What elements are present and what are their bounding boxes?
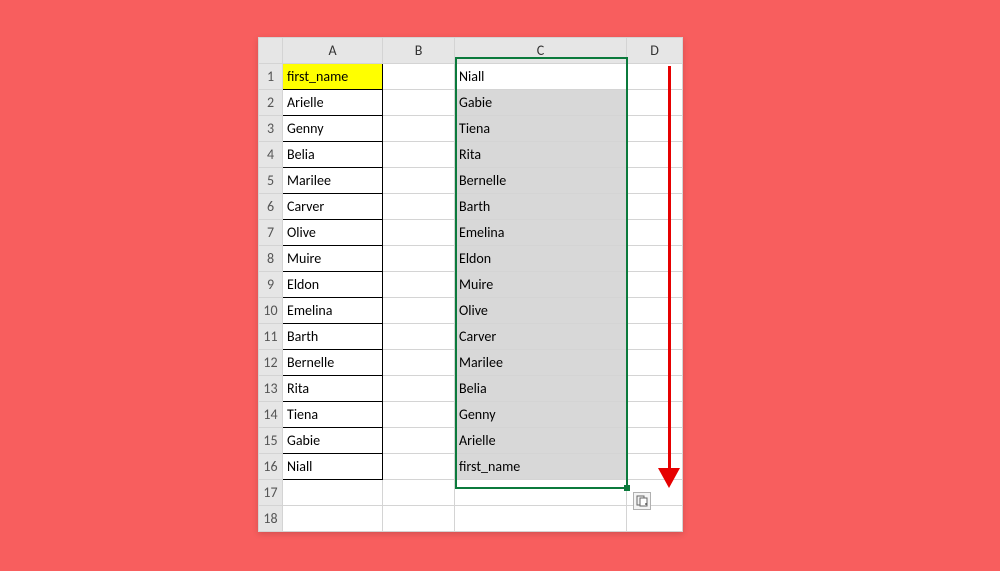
cell-D13[interactable] bbox=[627, 376, 683, 402]
cell-B9[interactable] bbox=[383, 272, 455, 298]
cell-C17[interactable] bbox=[455, 480, 627, 506]
cell-C18[interactable] bbox=[455, 506, 627, 532]
cell-B18[interactable] bbox=[383, 506, 455, 532]
col-header-C[interactable]: C bbox=[455, 38, 627, 64]
cell-C1[interactable]: Niall bbox=[455, 64, 627, 90]
col-header-A[interactable]: A bbox=[283, 38, 383, 64]
cell-A9[interactable]: Eldon bbox=[283, 272, 383, 298]
cell-C13[interactable]: Belia bbox=[455, 376, 627, 402]
cell-C7[interactable]: Emelina bbox=[455, 220, 627, 246]
cell-C12[interactable]: Marilee bbox=[455, 350, 627, 376]
cell-D6[interactable] bbox=[627, 194, 683, 220]
cell-A5[interactable]: Marilee bbox=[283, 168, 383, 194]
cell-A10[interactable]: Emelina bbox=[283, 298, 383, 324]
cell-B14[interactable] bbox=[383, 402, 455, 428]
cell-B15[interactable] bbox=[383, 428, 455, 454]
row-header-13[interactable]: 13 bbox=[259, 376, 283, 402]
row-header-12[interactable]: 12 bbox=[259, 350, 283, 376]
cell-C15[interactable]: Arielle bbox=[455, 428, 627, 454]
row-header-16[interactable]: 16 bbox=[259, 454, 283, 480]
cell-B2[interactable] bbox=[383, 90, 455, 116]
cell-C14[interactable]: Genny bbox=[455, 402, 627, 428]
cell-C11[interactable]: Carver bbox=[455, 324, 627, 350]
row-header-10[interactable]: 10 bbox=[259, 298, 283, 324]
cell-C9[interactable]: Muire bbox=[455, 272, 627, 298]
row-header-17[interactable]: 17 bbox=[259, 480, 283, 506]
cell-A16[interactable]: Niall bbox=[283, 454, 383, 480]
cell-B12[interactable] bbox=[383, 350, 455, 376]
cell-C3[interactable]: Tiena bbox=[455, 116, 627, 142]
cell-A13[interactable]: Rita bbox=[283, 376, 383, 402]
cell-D5[interactable] bbox=[627, 168, 683, 194]
cell-C2[interactable]: Gabie bbox=[455, 90, 627, 116]
cell-A15[interactable]: Gabie bbox=[283, 428, 383, 454]
cell-A18[interactable] bbox=[283, 506, 383, 532]
cell-C8[interactable]: Eldon bbox=[455, 246, 627, 272]
cell-A1[interactable]: first_name bbox=[283, 64, 383, 90]
cell-A11[interactable]: Barth bbox=[283, 324, 383, 350]
cell-A6[interactable]: Carver bbox=[283, 194, 383, 220]
cell-D9[interactable] bbox=[627, 272, 683, 298]
select-all-corner[interactable] bbox=[259, 38, 283, 64]
cell-D16[interactable] bbox=[627, 454, 683, 480]
cell-B4[interactable] bbox=[383, 142, 455, 168]
cell-B6[interactable] bbox=[383, 194, 455, 220]
cell-C4[interactable]: Rita bbox=[455, 142, 627, 168]
row-header-6[interactable]: 6 bbox=[259, 194, 283, 220]
col-header-B[interactable]: B bbox=[383, 38, 455, 64]
row-header-5[interactable]: 5 bbox=[259, 168, 283, 194]
row-header-7[interactable]: 7 bbox=[259, 220, 283, 246]
cell-C5[interactable]: Bernelle bbox=[455, 168, 627, 194]
cell-D15[interactable] bbox=[627, 428, 683, 454]
cell-D11[interactable] bbox=[627, 324, 683, 350]
row-header-8[interactable]: 8 bbox=[259, 246, 283, 272]
cell-B13[interactable] bbox=[383, 376, 455, 402]
cell-B1[interactable] bbox=[383, 64, 455, 90]
cell-D12[interactable] bbox=[627, 350, 683, 376]
cell-A4[interactable]: Belia bbox=[283, 142, 383, 168]
cell-B3[interactable] bbox=[383, 116, 455, 142]
cell-C16[interactable]: first_name bbox=[455, 454, 627, 480]
cell-D10[interactable] bbox=[627, 298, 683, 324]
cell-B8[interactable] bbox=[383, 246, 455, 272]
cell-A2[interactable]: Arielle bbox=[283, 90, 383, 116]
row-header-2[interactable]: 2 bbox=[259, 90, 283, 116]
cell-A8[interactable]: Muire bbox=[283, 246, 383, 272]
cell-B16[interactable] bbox=[383, 454, 455, 480]
row-header-4[interactable]: 4 bbox=[259, 142, 283, 168]
cell-D8[interactable] bbox=[627, 246, 683, 272]
cell-B7[interactable] bbox=[383, 220, 455, 246]
cell-D4[interactable] bbox=[627, 142, 683, 168]
cell-B10[interactable] bbox=[383, 298, 455, 324]
cell-D14[interactable] bbox=[627, 402, 683, 428]
cell-C6[interactable]: Barth bbox=[455, 194, 627, 220]
row-header-14[interactable]: 14 bbox=[259, 402, 283, 428]
cell-B11[interactable] bbox=[383, 324, 455, 350]
row-header-15[interactable]: 15 bbox=[259, 428, 283, 454]
fill-handle[interactable] bbox=[624, 485, 630, 491]
cell-D2[interactable] bbox=[627, 90, 683, 116]
paste-options-icon[interactable] bbox=[633, 492, 651, 510]
row-header-9[interactable]: 9 bbox=[259, 272, 283, 298]
cell-B5[interactable] bbox=[383, 168, 455, 194]
cell-C10[interactable]: Olive bbox=[455, 298, 627, 324]
cell-A3[interactable]: Genny bbox=[283, 116, 383, 142]
cell-D3[interactable] bbox=[627, 116, 683, 142]
cell-A14[interactable]: Tiena bbox=[283, 402, 383, 428]
spreadsheet-window: A B C D 1first_nameNiall2ArielleGabie3Ge… bbox=[258, 37, 683, 532]
cell-D7[interactable] bbox=[627, 220, 683, 246]
col-header-D[interactable]: D bbox=[627, 38, 683, 64]
cell-B17[interactable] bbox=[383, 480, 455, 506]
row-header-11[interactable]: 11 bbox=[259, 324, 283, 350]
cell-A12[interactable]: Bernelle bbox=[283, 350, 383, 376]
cell-A17[interactable] bbox=[283, 480, 383, 506]
cell-D1[interactable] bbox=[627, 64, 683, 90]
row-header-3[interactable]: 3 bbox=[259, 116, 283, 142]
row-header-18[interactable]: 18 bbox=[259, 506, 283, 532]
row-header-1[interactable]: 1 bbox=[259, 64, 283, 90]
spreadsheet-grid[interactable]: A B C D 1first_nameNiall2ArielleGabie3Ge… bbox=[258, 37, 683, 532]
cell-A7[interactable]: Olive bbox=[283, 220, 383, 246]
